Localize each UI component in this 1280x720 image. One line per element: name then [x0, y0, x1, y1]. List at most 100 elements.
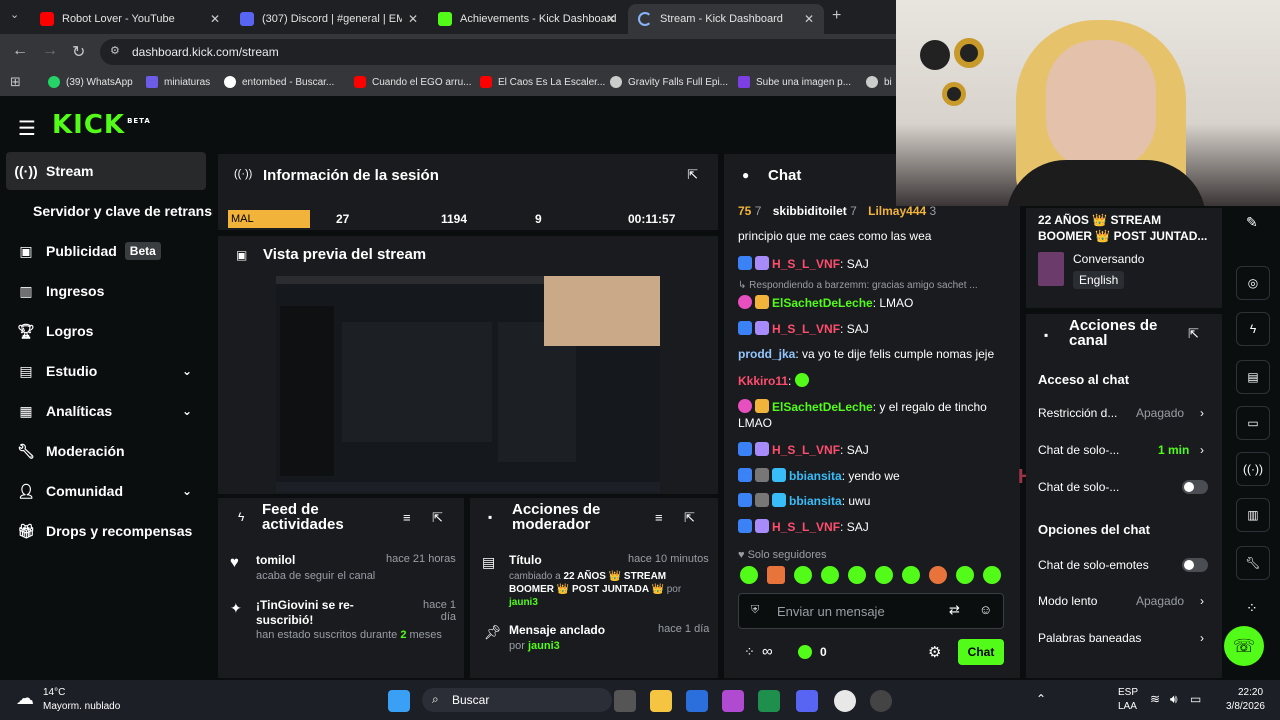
emote-icon[interactable]: [848, 566, 866, 584]
reload-icon[interactable]: ↻: [72, 42, 85, 62]
tab-achievements[interactable]: Achievements - Kick Dashboard ✕: [428, 4, 626, 34]
tab-youtube[interactable]: Robot Lover - YouTube ✕: [30, 4, 230, 34]
stream-preview-video[interactable]: [276, 276, 660, 492]
popout-icon[interactable]: ⇱: [1188, 326, 1199, 342]
sidebar-item-studio[interactable]: ▤ Estudio ⌄: [6, 352, 206, 390]
menu-icon[interactable]: ☰: [18, 116, 36, 141]
close-icon[interactable]: ✕: [210, 12, 220, 26]
bookmark-whatsapp[interactable]: (39) WhatsApp: [48, 76, 133, 88]
sidebar-item-server-key[interactable]: Servidor y clave de retransmisión: [33, 192, 213, 230]
kick-logo[interactable]: KICK BETA: [52, 110, 151, 140]
chrome-icon[interactable]: [834, 690, 856, 712]
chat-username[interactable]: H_S_L_VNF: [772, 257, 840, 271]
translate-icon[interactable]: ⇄: [949, 602, 960, 618]
clock-time[interactable]: 22:20: [1238, 687, 1263, 698]
bookmark-youtube[interactable]: Cuando el EGO arru...: [354, 76, 472, 88]
chat-restriction-row[interactable]: Restricción d... Apagado ›: [1038, 406, 1204, 420]
close-icon[interactable]: ✕: [408, 12, 418, 26]
emote-icon[interactable]: [821, 566, 839, 584]
chat-username[interactable]: H_S_L_VNF: [772, 322, 840, 336]
discord-icon[interactable]: [796, 690, 818, 712]
excel-icon[interactable]: [758, 690, 780, 712]
sidebar-item-drops[interactable]: 🎁︎ Drops y recompensas: [6, 512, 206, 550]
sidebar-item-analytics[interactable]: ▦ Analíticas ⌄: [6, 392, 206, 430]
bookmark-more[interactable]: bi: [866, 76, 892, 88]
filter-icon[interactable]: ≡: [655, 510, 663, 525]
word-icon[interactable]: [686, 690, 708, 712]
kick-points[interactable]: 0: [798, 645, 827, 659]
dots-icon[interactable]: ⁘: [744, 644, 755, 660]
emoji-icon[interactable]: ☺: [979, 602, 992, 617]
emotes-only-toggle[interactable]: [1182, 558, 1208, 572]
bookmark-image[interactable]: Sube una imagen p...: [738, 76, 851, 88]
category-name[interactable]: Conversando: [1073, 252, 1144, 266]
emote-icon[interactable]: [875, 566, 893, 584]
emote-icon[interactable]: [956, 566, 974, 584]
bookmark-google[interactable]: entombed - Buscar...: [224, 76, 334, 88]
file-explorer-icon[interactable]: [650, 690, 672, 712]
slow-mode-row[interactable]: Modo lento Apagado ›: [1038, 594, 1204, 608]
lightning-tool-button[interactable]: ϟ: [1236, 312, 1270, 346]
sidebar-item-stream[interactable]: ((·)) Stream: [6, 152, 206, 190]
chat-username[interactable]: H_S_L_VNF: [772, 443, 840, 457]
bookmark-miniaturas[interactable]: miniaturas: [146, 76, 210, 88]
task-view-icon[interactable]: [614, 690, 636, 712]
chat-username[interactable]: bbiansita: [789, 494, 842, 508]
chat-username[interactable]: prodd_jka: [738, 347, 795, 361]
camera-tool-button[interactable]: ◎: [1236, 266, 1270, 300]
sidebar-item-community[interactable]: 👤︎ Comunidad ⌄: [6, 472, 206, 510]
bookmark-gravity-falls[interactable]: Gravity Falls Full Epi...: [610, 76, 728, 88]
chat-username[interactable]: ElSachetDeLeche: [772, 296, 873, 310]
sidebar-item-achievements[interactable]: 🏆︎ Logros: [6, 312, 206, 350]
bookmark-youtube-2[interactable]: El Caos Es La Escaler...: [480, 76, 605, 88]
chevron-up-icon[interactable]: ⌃: [1036, 692, 1046, 706]
dots-icon[interactable]: ⁘: [1246, 600, 1258, 617]
chat-tool-button[interactable]: ▭: [1236, 406, 1270, 440]
infinity-icon[interactable]: ∞: [762, 643, 773, 660]
site-info-icon[interactable]: ⚙: [110, 44, 120, 57]
layout-tool-button[interactable]: ▥: [1236, 498, 1270, 532]
wrench-tool-button[interactable]: 🔧︎: [1236, 546, 1270, 580]
chat-username[interactable]: Kkkiro11: [738, 374, 788, 388]
edit-icon[interactable]: ✎: [1246, 214, 1258, 231]
emote-icon[interactable]: [983, 566, 1001, 584]
emote-icon[interactable]: [929, 566, 947, 584]
close-icon[interactable]: ✕: [606, 12, 616, 26]
chat-username[interactable]: bbiansita: [789, 469, 842, 483]
notes-tool-button[interactable]: ▤: [1236, 360, 1270, 394]
send-chat-button[interactable]: Chat: [958, 639, 1004, 665]
tab-discord[interactable]: (307) Discord | #general | EMO ✕: [230, 4, 428, 34]
chat-username[interactable]: H_S_L_VNF: [772, 520, 840, 534]
forward-icon[interactable]: →: [42, 42, 58, 60]
emote-icon[interactable]: [794, 566, 812, 584]
url-input[interactable]: ⚙ dashboard.kick.com/stream: [100, 39, 900, 65]
popout-icon[interactable]: ⇱: [432, 510, 443, 526]
chat-username[interactable]: ElSachetDeLeche: [772, 400, 873, 414]
sidebar-item-moderation[interactable]: 🔧︎ Moderación: [6, 432, 206, 470]
language-label[interactable]: ESP: [1118, 687, 1138, 698]
tab-search-icon[interactable]: ⌄: [10, 8, 19, 21]
popout-icon[interactable]: ⇱: [684, 510, 695, 526]
sidebar-item-ads[interactable]: ▣ Publicidad Beta: [6, 232, 206, 270]
back-icon[interactable]: ←: [12, 42, 28, 60]
volume-icon[interactable]: 🔊︎: [1170, 692, 1178, 707]
windows-start-icon[interactable]: [388, 690, 410, 712]
gear-icon[interactable]: ⚙: [928, 643, 941, 661]
sidebar-item-income[interactable]: ▥ Ingresos: [6, 272, 206, 310]
followers-chat-row[interactable]: Chat de solo-... 1 min ›: [1038, 443, 1204, 457]
emote-icon[interactable]: [902, 566, 920, 584]
subscribers-chat-toggle[interactable]: [1182, 480, 1208, 494]
apps-icon[interactable]: ⊞: [10, 74, 21, 90]
copilot-icon[interactable]: [722, 690, 744, 712]
emote-icon[interactable]: [740, 566, 758, 584]
filter-icon[interactable]: ≡: [403, 510, 411, 525]
obs-icon[interactable]: [870, 690, 892, 712]
broadcast-tool-button[interactable]: ((·)): [1236, 452, 1270, 486]
new-tab-icon[interactable]: +: [832, 7, 841, 25]
close-icon[interactable]: ✕: [804, 12, 814, 26]
banned-words-row[interactable]: Palabras baneadas ›: [1038, 631, 1204, 645]
tab-stream[interactable]: Stream - Kick Dashboard ✕: [628, 4, 824, 34]
popout-icon[interactable]: ⇱: [687, 167, 698, 183]
taskbar-search[interactable]: ⌕ Buscar: [422, 688, 612, 712]
chat-message-input[interactable]: ⛨ Enviar un mensaje ⇄ ☺: [738, 593, 1004, 629]
